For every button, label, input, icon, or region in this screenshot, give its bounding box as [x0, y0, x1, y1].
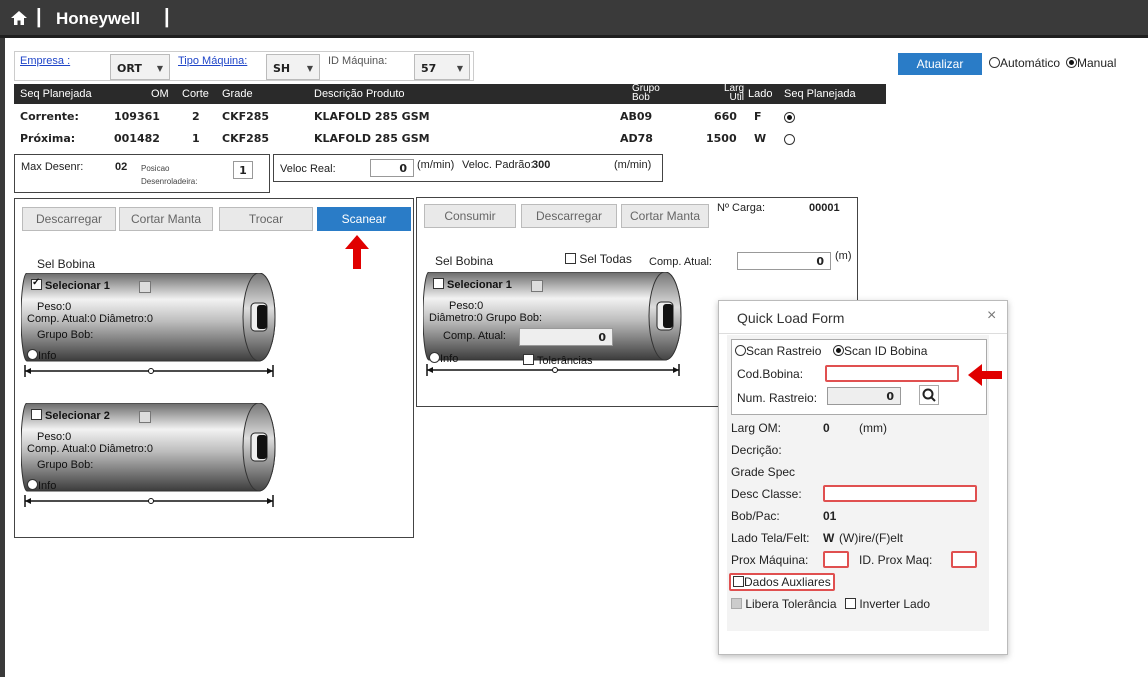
comp-atual-input[interactable]: 0: [737, 252, 831, 270]
select-roll-checkbox[interactable]: Selecionar 2: [31, 409, 110, 422]
empresa-select[interactable]: ORT ▼: [110, 54, 170, 80]
seq-radio[interactable]: [784, 134, 795, 145]
radio-icon: [989, 57, 1000, 68]
quick-load-dialog: Quick Load Form × Scan Rastreio Scan ID …: [718, 300, 1008, 655]
tipo-maquina-select[interactable]: SH ▼: [266, 54, 320, 80]
chevron-down-icon: ▼: [156, 64, 163, 73]
roll-right-1[interactable]: Selecionar 1 Peso:0 Diâmetro:0 Grupo Bob: C…: [423, 272, 687, 382]
sel-bobina-label: Sel Bobina: [37, 257, 96, 271]
veloc-real-input[interactable]: 0: [370, 159, 414, 177]
comp-atual-input[interactable]: 0: [519, 328, 613, 346]
cod-bobina-input[interactable]: [825, 365, 959, 382]
id-maquina-label: ID Máquina:: [328, 55, 388, 67]
home-icon[interactable]: [10, 9, 28, 27]
info-radio[interactable]: Info: [27, 479, 56, 492]
tipo-maquina-link[interactable]: Tipo Máquina:: [178, 55, 247, 67]
tolerancias-checkbox[interactable]: Tolerâncias: [523, 354, 593, 367]
peso-text: Peso:0: [37, 431, 72, 443]
dados-auxiliares-checkbox[interactable]: Dados Auxliares: [729, 573, 835, 591]
left-panel: Descarregar Cortar Manta Trocar Scanear …: [14, 198, 414, 538]
comp-label: Comp. Atual:: [443, 330, 506, 342]
consumir-button[interactable]: Consumir: [424, 204, 516, 228]
left-edge: [0, 38, 5, 677]
peso-text: Peso:0: [37, 301, 72, 313]
barcode-icon[interactable]: [139, 281, 151, 293]
empresa-link[interactable]: Empresa :: [20, 55, 70, 67]
seq-radio-selected[interactable]: [784, 112, 795, 123]
roll-1[interactable]: Selecionar 1 Peso:0Comp. Atual:0 Diâmetro…: [21, 273, 281, 383]
dialog-title: Quick Load Form: [737, 310, 845, 326]
grupo-bob-text: Grupo Bob:: [37, 459, 94, 471]
trocar-button[interactable]: Trocar: [219, 207, 313, 231]
info-radio[interactable]: Info: [429, 352, 458, 365]
select-roll-checkbox[interactable]: Selecionar 1: [31, 277, 110, 292]
barcode-icon[interactable]: [139, 411, 151, 423]
descarregar-button[interactable]: Descarregar: [521, 204, 617, 228]
col-grade: Grade: [222, 88, 253, 100]
prox-maquina-input[interactable]: [823, 551, 849, 568]
roll-2[interactable]: Selecionar 2 Peso:0 Comp. Atual:0 Diâmetro…: [21, 403, 281, 513]
radio-selected-icon: [1066, 57, 1077, 68]
manual-option[interactable]: Manual: [1066, 56, 1116, 70]
desenr-box: Max Desenr: 02 Posicao Desenroladeira: 1: [14, 154, 270, 193]
grupo-bob-text: Grupo Bob:: [37, 329, 94, 341]
num-rastreio-input[interactable]: 0: [827, 387, 901, 405]
col-corte: Corte: [182, 88, 209, 100]
carga-value: 00001: [809, 202, 840, 214]
divider: |: [36, 6, 42, 28]
comp-diam-text: Comp. Atual:0 Diâmetro:0: [27, 313, 153, 325]
dialog-body: Scan Rastreio Scan ID Bobina Cod.Bobina:…: [727, 335, 989, 631]
col-om: OM: [151, 88, 169, 100]
inverter-lado-checkbox[interactable]: Inverter Lado: [845, 597, 930, 611]
scan-rastreio-option[interactable]: Scan Rastreio: [735, 344, 821, 358]
diam-grupo-text: Diâmetro:0 Grupo Bob:: [429, 312, 543, 324]
top-bar: | Honeywell |: [0, 0, 1148, 38]
scan-id-option[interactable]: Scan ID Bobina: [833, 344, 927, 358]
desc-classe-input[interactable]: [823, 485, 977, 502]
brand-title: Honeywell: [56, 9, 141, 28]
libera-tolerancia-checkbox[interactable]: Libera Tolerância: [731, 597, 837, 611]
sel-todas-checkbox[interactable]: Sel Todas: [565, 252, 632, 266]
info-radio[interactable]: Info: [27, 349, 56, 362]
dialog-header: Quick Load Form ×: [719, 301, 1007, 334]
table-header: Seq Planejada OM Corte Grade Descrição P…: [14, 84, 886, 104]
table-row[interactable]: Próxima: 001482 1 CKF285 KLAFOLD 285 GSM…: [14, 132, 886, 152]
search-icon[interactable]: [919, 385, 939, 405]
id-prox-maq-input[interactable]: [951, 551, 977, 568]
select-roll-checkbox[interactable]: Selecionar 1: [433, 278, 512, 291]
up-arrow-indicator: [345, 235, 369, 269]
comp-diam-text: Comp. Atual:0 Diâmetro:0: [27, 443, 153, 455]
col-lado: Lado: [748, 88, 773, 100]
velocidade-box: Veloc Real: 0 (m/min) Veloc. Padrão: 300…: [273, 154, 663, 182]
close-icon[interactable]: ×: [987, 307, 996, 325]
cortar-manta-button[interactable]: Cortar Manta: [621, 204, 709, 228]
automatico-option[interactable]: Automático: [989, 56, 1060, 70]
atualizar-button[interactable]: Atualizar: [898, 53, 982, 75]
peso-text: Peso:0: [449, 300, 484, 312]
col-seq2: Seq Planejada: [784, 88, 856, 100]
id-maquina-select[interactable]: 57 ▼: [414, 54, 470, 80]
carga-label: Nº Carga:: [717, 202, 766, 214]
col-grupo: Grupo Bob: [632, 83, 660, 103]
sel-bobina-label: Sel Bobina: [435, 254, 494, 268]
comp-atual-label: Comp. Atual:: [649, 256, 712, 268]
divider: |: [164, 6, 170, 28]
descarregar-button[interactable]: Descarregar: [22, 207, 116, 231]
chevron-down-icon: ▼: [456, 64, 463, 73]
col-desc: Descrição Produto: [314, 88, 405, 100]
col-seq: Seq Planejada: [20, 88, 92, 100]
scanear-button[interactable]: Scanear: [317, 207, 411, 231]
table-row[interactable]: Corrente: 109361 2 CKF285 KLAFOLD 285 GS…: [14, 110, 886, 130]
cortar-manta-button[interactable]: Cortar Manta: [119, 207, 213, 231]
chevron-down-icon: ▼: [306, 64, 313, 73]
left-arrow-indicator: [968, 364, 1002, 386]
posicao-input[interactable]: 1: [233, 161, 253, 179]
col-larg: Larg Util: [723, 83, 744, 103]
barcode-icon[interactable]: [531, 280, 543, 292]
